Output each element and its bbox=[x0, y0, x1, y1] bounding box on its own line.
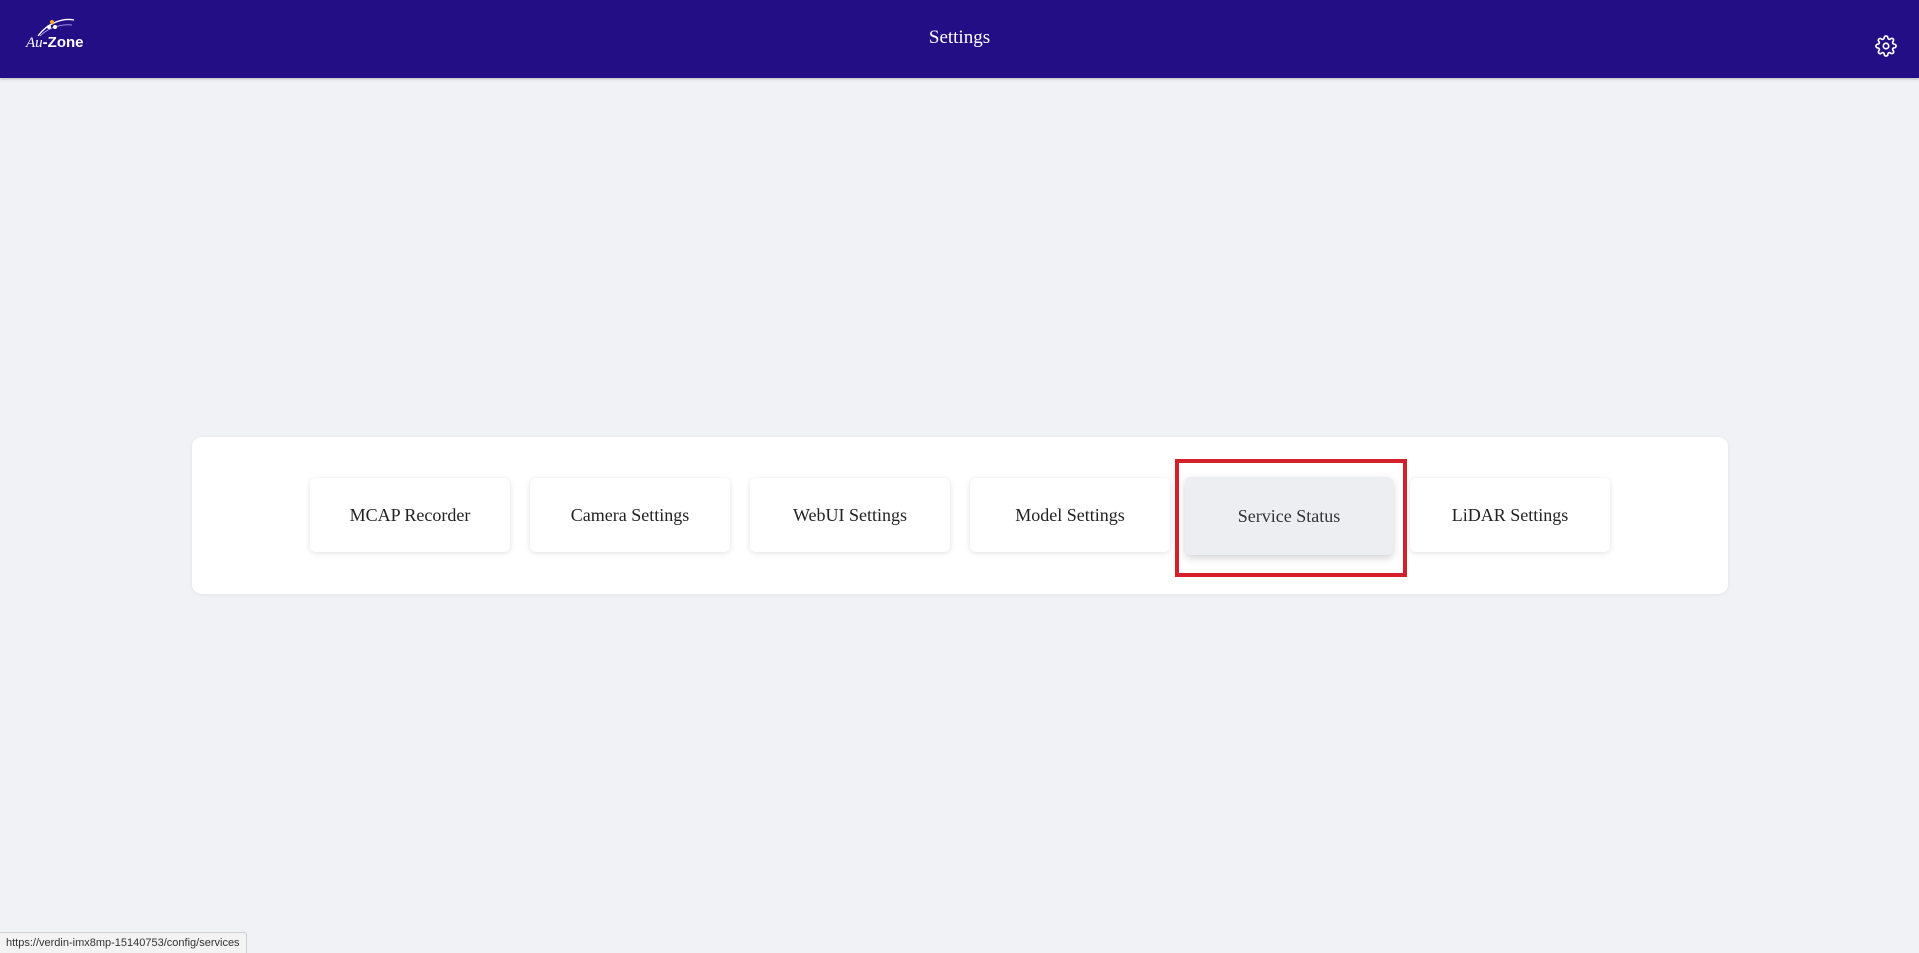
webui-settings-button[interactable]: WebUI Settings bbox=[750, 478, 950, 552]
model-settings-button[interactable]: Model Settings bbox=[970, 478, 1170, 552]
top-app-bar: Au-Zone Settings bbox=[0, 0, 1919, 78]
lidar-settings-button[interactable]: LiDAR Settings bbox=[1410, 478, 1610, 552]
camera-settings-button[interactable]: Camera Settings bbox=[530, 478, 730, 552]
gear-icon[interactable] bbox=[1875, 35, 1897, 57]
settings-menu-card: MCAP Recorder Camera Settings WebUI Sett… bbox=[192, 437, 1728, 594]
link-status-bar: https://verdin-imx8mp-15140753/config/se… bbox=[0, 932, 247, 953]
service-status-button[interactable]: Service Status bbox=[1185, 477, 1393, 555]
mcap-recorder-button[interactable]: MCAP Recorder bbox=[310, 478, 510, 552]
page-title: Settings bbox=[928, 27, 991, 48]
